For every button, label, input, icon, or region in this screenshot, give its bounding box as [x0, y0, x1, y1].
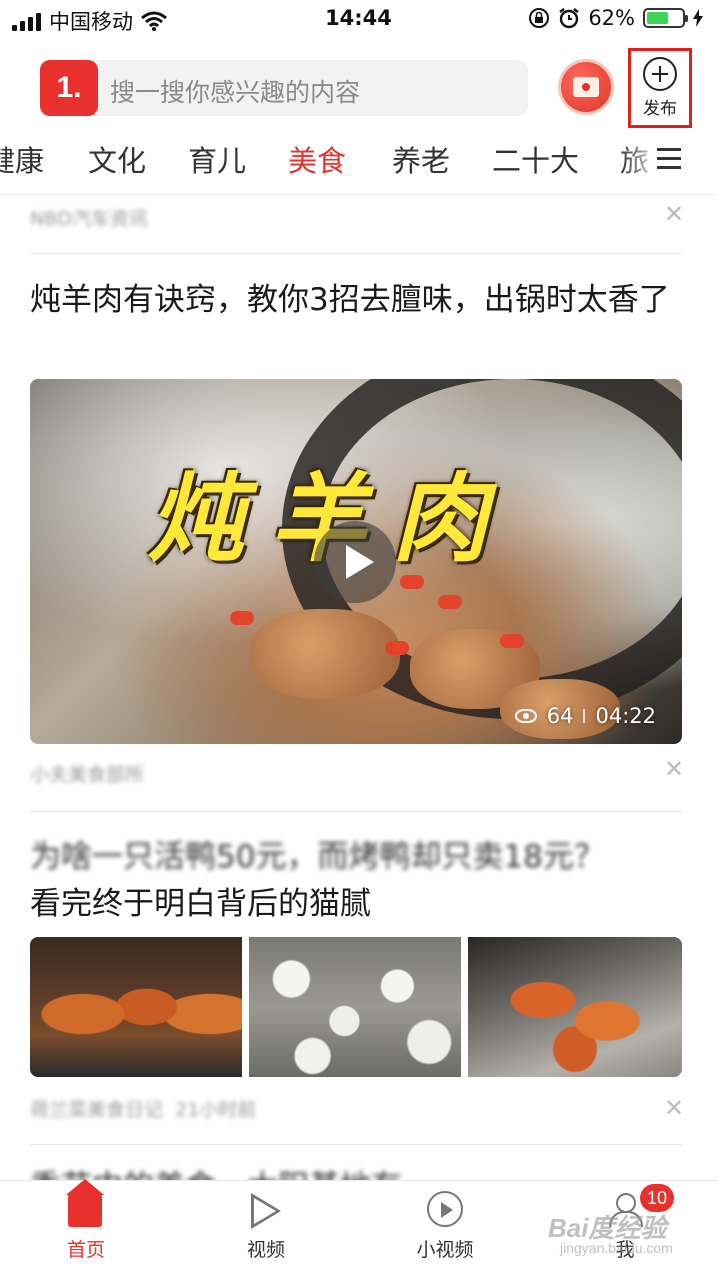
- tab-food[interactable]: 美食: [288, 138, 346, 180]
- category-tabs: 健康 文化 育儿 美食 养老 二十大 旅: [0, 132, 717, 188]
- tab-short-video-label: 小视频: [416, 1239, 474, 1261]
- article-title[interactable]: 炖羊肉有诀窍，教你3招去膻味，出锅时太香了: [30, 277, 690, 324]
- short-video-icon: [427, 1191, 463, 1227]
- search-input[interactable]: 搜一搜你感兴趣的内容: [40, 60, 528, 116]
- divider: [30, 1144, 682, 1145]
- divider: [0, 194, 717, 195]
- alarm-icon: [559, 8, 580, 29]
- video-duration: 04:22: [595, 704, 656, 728]
- publish-button[interactable]: 发布: [628, 48, 692, 128]
- view-count: 64: [546, 704, 574, 728]
- red-packet-icon[interactable]: [558, 59, 614, 115]
- tab-short-video[interactable]: 小视频: [385, 1181, 505, 1270]
- video-icon: [251, 1193, 281, 1229]
- dismiss-icon[interactable]: ✕: [664, 200, 684, 228]
- image-duck-trays[interactable]: [468, 937, 682, 1077]
- video-thumbnail[interactable]: 炖羊肉 64 04:22: [30, 379, 682, 744]
- tab-parenting[interactable]: 育儿: [188, 138, 246, 180]
- dismiss-icon[interactable]: ✕: [664, 1094, 684, 1122]
- watermark-url: jingyan.baidu.com: [560, 1240, 673, 1256]
- battery-icon: [643, 8, 688, 28]
- status-right: 62%: [528, 6, 703, 30]
- play-icon[interactable]: [314, 521, 396, 603]
- views-icon: [514, 709, 537, 723]
- tab-home[interactable]: 首页: [26, 1179, 146, 1270]
- channel-menu-icon[interactable]: [657, 148, 681, 170]
- orientation-lock-icon: [529, 8, 550, 28]
- tab-home-label: 首页: [66, 1239, 105, 1261]
- divider: [30, 253, 682, 254]
- app-logo: 1.: [40, 60, 98, 116]
- tab-video[interactable]: 视频: [206, 1181, 326, 1270]
- article-source: 荷兰菜美食日记 21小时前: [30, 1099, 257, 1121]
- battery-percent: 62%: [588, 6, 635, 30]
- prev-source: NBD汽车资讯: [30, 208, 148, 230]
- article-title-line2[interactable]: 看完终于明白背后的猫腻: [30, 881, 690, 928]
- header: 搜一搜你感兴趣的内容 1. 发布: [0, 48, 717, 128]
- dismiss-icon[interactable]: ✕: [664, 755, 684, 783]
- tab-culture[interactable]: 文化: [88, 138, 146, 180]
- divider: [30, 811, 682, 812]
- search-placeholder: 搜一搜你感兴趣的内容: [110, 78, 361, 107]
- article-source: 小夫美食部所: [30, 764, 145, 786]
- home-icon: [66, 1179, 104, 1227]
- tab-twentieth-congress[interactable]: 二十大: [492, 138, 579, 180]
- video-meta: 64 04:22: [514, 704, 656, 728]
- charging-icon: [693, 9, 703, 27]
- publish-label: 发布: [643, 99, 677, 119]
- tab-health[interactable]: 健康: [0, 138, 44, 180]
- status-bar: 中国移动 14:44 62%: [0, 0, 717, 40]
- image-roast-duck[interactable]: [30, 937, 242, 1077]
- article-title-line1[interactable]: 为啥一只活鸭50元，而烤鸭却只卖18元？: [30, 834, 690, 881]
- tab-video-label: 视频: [246, 1239, 285, 1261]
- tab-elderly[interactable]: 养老: [392, 138, 450, 180]
- image-live-ducks[interactable]: [249, 937, 461, 1077]
- plus-icon: [643, 57, 677, 91]
